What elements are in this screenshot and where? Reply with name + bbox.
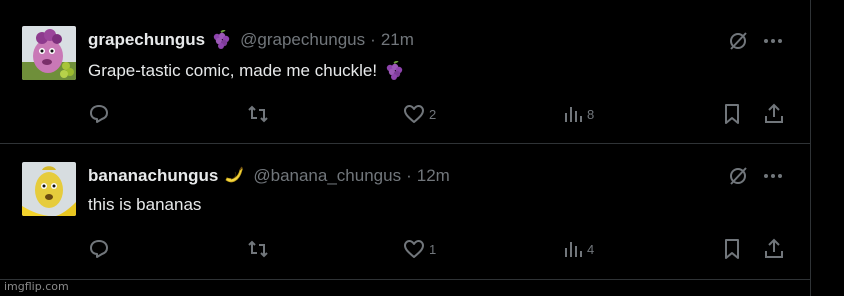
repost-icon: [246, 238, 270, 260]
like-button[interactable]: 2: [403, 102, 436, 126]
post-text-content: this is bananas: [88, 195, 202, 214]
bookmark-icon: [722, 103, 742, 125]
heart-icon: [403, 238, 425, 260]
views-button[interactable]: 8: [563, 102, 594, 126]
post-grapechungus[interactable]: grapechungus @grapechungus · 21m Grape-t…: [0, 0, 811, 144]
display-name[interactable]: grapechungus: [88, 30, 205, 50]
user-handle[interactable]: @grapechungus: [240, 30, 365, 50]
grapes-emoji-icon: [210, 29, 232, 50]
more-options-icon[interactable]: [763, 38, 783, 44]
reply-icon: [88, 103, 110, 125]
reply-button[interactable]: [88, 237, 114, 261]
reply-icon: [88, 238, 110, 260]
scrollbar[interactable]: [811, 0, 844, 296]
heart-icon: [403, 103, 425, 125]
post-header: grapechungus @grapechungus · 21m: [88, 29, 414, 51]
bookmark-icon: [722, 238, 742, 260]
bar-chart-icon: [563, 104, 583, 124]
share-button[interactable]: [763, 102, 785, 126]
reply-button[interactable]: [88, 102, 114, 126]
user-handle[interactable]: @banana_chungus: [253, 166, 401, 186]
post-text-content: Grape-tastic comic, made me chuckle!: [88, 61, 378, 80]
grapes-emoji-icon: [383, 60, 405, 81]
repost-icon: [246, 103, 270, 125]
share-button[interactable]: [763, 237, 785, 261]
post-bananachungus[interactable]: bananachungus @banana_chungus · 12m this…: [0, 144, 811, 280]
view-count: 8: [587, 106, 595, 122]
bookmark-button[interactable]: [722, 237, 742, 261]
display-name[interactable]: bananachungus: [88, 166, 218, 186]
separator-dot: ·: [406, 166, 412, 185]
post-top-actions: [727, 30, 783, 52]
post-text: Grape-tastic comic, made me chuckle!: [88, 59, 405, 83]
bar-chart-icon: [563, 239, 583, 259]
like-count: 1: [429, 241, 437, 257]
post-action-bar: 2 8: [0, 102, 811, 126]
watermark: imgflip.com: [4, 280, 69, 293]
avatar[interactable]: [22, 162, 76, 216]
post-action-bar: 1 4: [0, 237, 811, 261]
more-options-icon[interactable]: [763, 173, 783, 179]
post-timestamp[interactable]: 21m: [381, 30, 414, 50]
view-count: 4: [587, 241, 595, 257]
share-icon: [763, 103, 785, 125]
timeline-feed: grapechungus @grapechungus · 21m Grape-t…: [0, 0, 811, 296]
repost-button[interactable]: [246, 102, 274, 126]
grok-icon[interactable]: [727, 30, 749, 52]
like-count: 2: [429, 106, 437, 122]
grok-icon[interactable]: [727, 165, 749, 187]
post-text: this is bananas: [88, 193, 201, 217]
repost-button[interactable]: [246, 237, 274, 261]
bookmark-button[interactable]: [722, 102, 742, 126]
share-icon: [763, 238, 785, 260]
like-button[interactable]: 1: [403, 237, 436, 261]
views-button[interactable]: 4: [563, 237, 594, 261]
separator-dot: ·: [370, 30, 376, 49]
avatar[interactable]: [22, 26, 76, 80]
post-top-actions: [727, 165, 783, 187]
post-timestamp[interactable]: 12m: [417, 166, 450, 186]
banana-emoji-icon: [223, 166, 245, 186]
post-header: bananachungus @banana_chungus · 12m: [88, 165, 450, 187]
